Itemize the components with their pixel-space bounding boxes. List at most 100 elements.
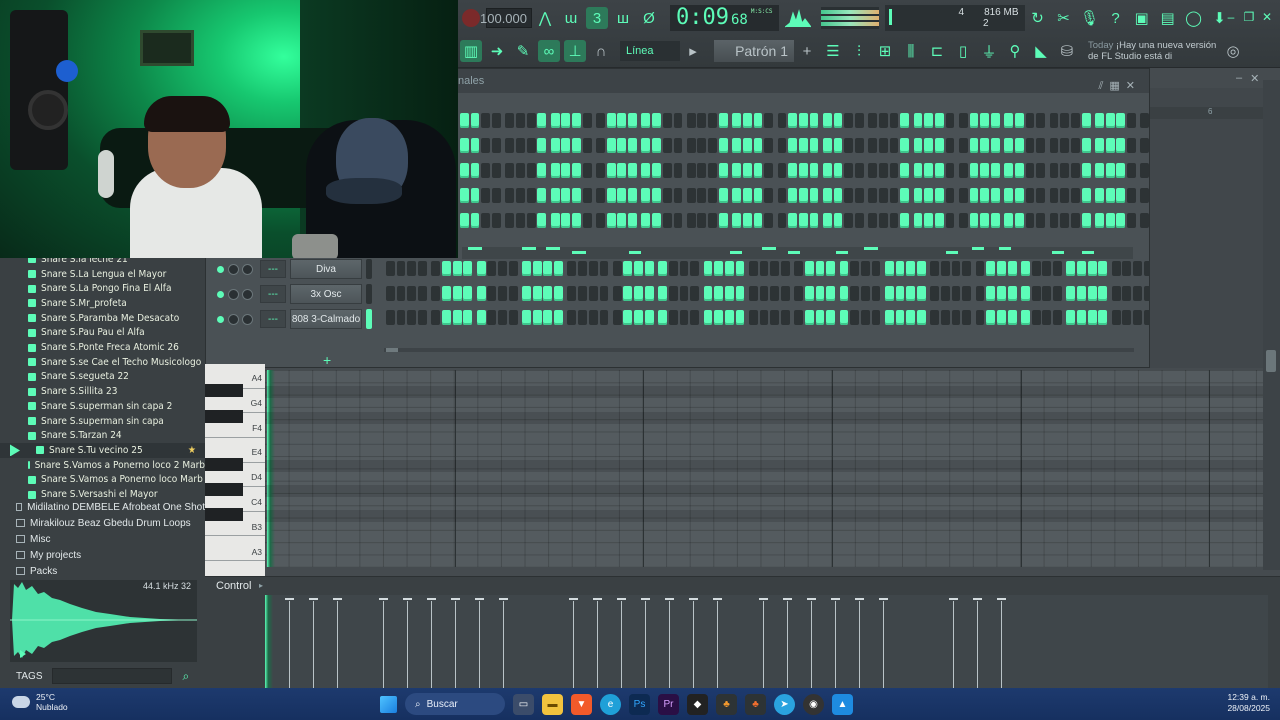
step-button[interactable] bbox=[686, 163, 696, 178]
step-button[interactable] bbox=[753, 138, 763, 153]
step-button[interactable] bbox=[567, 261, 577, 276]
step-button[interactable] bbox=[516, 163, 525, 178]
step-button[interactable] bbox=[1095, 113, 1104, 128]
step-button[interactable] bbox=[561, 213, 571, 228]
step-button[interactable] bbox=[718, 213, 728, 228]
step-button[interactable] bbox=[770, 310, 780, 325]
step-button[interactable] bbox=[578, 286, 587, 301]
step-button[interactable] bbox=[1087, 286, 1097, 301]
step-button[interactable] bbox=[1077, 261, 1086, 276]
browser-file-item[interactable]: Snare S.La Lengua el Mayor bbox=[0, 267, 205, 282]
piano-black-key[interactable] bbox=[205, 410, 243, 423]
photoshop-icon[interactable]: Ps bbox=[629, 693, 650, 715]
step-button[interactable] bbox=[1127, 188, 1136, 203]
step-button[interactable] bbox=[532, 286, 542, 301]
step-button[interactable] bbox=[917, 310, 926, 325]
step-button[interactable] bbox=[764, 113, 774, 128]
step-button[interactable] bbox=[1081, 138, 1091, 153]
piano-black-key[interactable] bbox=[205, 384, 243, 397]
step-button[interactable] bbox=[804, 310, 814, 325]
step-button[interactable] bbox=[487, 310, 497, 325]
step-button[interactable] bbox=[1140, 213, 1150, 228]
step-button[interactable] bbox=[900, 163, 910, 178]
save-icon[interactable]: ▣ bbox=[1131, 7, 1153, 29]
step-button[interactable] bbox=[1116, 213, 1126, 228]
step-button[interactable] bbox=[777, 138, 787, 153]
step-button[interactable] bbox=[396, 261, 406, 276]
step-button[interactable] bbox=[759, 310, 769, 325]
step-button[interactable] bbox=[679, 310, 689, 325]
step-button[interactable] bbox=[492, 138, 501, 153]
step-button[interactable] bbox=[809, 163, 819, 178]
step-button[interactable] bbox=[662, 113, 672, 128]
browser-folder[interactable]: Packs bbox=[0, 563, 205, 579]
step-button[interactable] bbox=[582, 188, 592, 203]
step-button[interactable] bbox=[561, 138, 571, 153]
step-button[interactable] bbox=[606, 213, 616, 228]
step-button[interactable] bbox=[1081, 163, 1091, 178]
tags-input[interactable] bbox=[52, 668, 173, 684]
browser-file-item[interactable]: Snare S.Vamos a Ponerno loco 2 Marb bbox=[0, 458, 205, 473]
step-button[interactable] bbox=[1140, 113, 1150, 128]
file-explorer-icon[interactable]: ▬ bbox=[542, 693, 563, 715]
minimize-icon[interactable]: – bbox=[1236, 72, 1242, 85]
step-button[interactable] bbox=[628, 163, 637, 178]
step-button[interactable] bbox=[794, 261, 804, 276]
step-button[interactable] bbox=[567, 286, 577, 301]
step-button[interactable] bbox=[804, 286, 814, 301]
step-button[interactable] bbox=[686, 213, 696, 228]
step-button[interactable] bbox=[634, 261, 643, 276]
step-button[interactable] bbox=[582, 163, 592, 178]
step-button[interactable] bbox=[798, 188, 808, 203]
velocity-stem[interactable] bbox=[333, 598, 342, 689]
step-button[interactable] bbox=[673, 188, 683, 203]
step-button[interactable] bbox=[1081, 213, 1091, 228]
step-button[interactable] bbox=[788, 213, 797, 228]
step-button[interactable] bbox=[572, 188, 581, 203]
arrow-icon[interactable]: ➜ bbox=[486, 40, 508, 62]
step-button[interactable] bbox=[844, 138, 854, 153]
link-icon[interactable]: ∞ bbox=[538, 40, 560, 62]
brave-icon[interactable]: ▼ bbox=[571, 693, 592, 715]
step-button[interactable] bbox=[1053, 310, 1062, 325]
step-button[interactable] bbox=[708, 113, 717, 128]
step-button[interactable] bbox=[788, 188, 797, 203]
step-button[interactable] bbox=[543, 286, 553, 301]
step-button[interactable] bbox=[889, 213, 899, 228]
step-button[interactable] bbox=[668, 261, 678, 276]
step-button[interactable] bbox=[735, 261, 745, 276]
step-button[interactable] bbox=[777, 163, 787, 178]
channel-select[interactable] bbox=[366, 284, 372, 304]
step-button[interactable] bbox=[833, 188, 843, 203]
channel-mixer-track[interactable]: --- bbox=[260, 285, 286, 303]
step-button[interactable] bbox=[986, 286, 996, 301]
step-button[interactable] bbox=[991, 113, 1000, 128]
step-button[interactable] bbox=[951, 286, 961, 301]
step-button[interactable] bbox=[895, 310, 905, 325]
step-button[interactable] bbox=[986, 261, 996, 276]
help-icon[interactable]: ? bbox=[1105, 7, 1127, 29]
step-button[interactable] bbox=[641, 138, 651, 153]
step-button[interactable] bbox=[718, 188, 728, 203]
browser-file-item[interactable]: Snare S.Tu vecino 25 ★ bbox=[0, 443, 205, 458]
step-button[interactable] bbox=[407, 310, 417, 325]
step-button[interactable] bbox=[1015, 163, 1024, 178]
step-button[interactable] bbox=[934, 163, 944, 178]
step-button[interactable] bbox=[1098, 286, 1108, 301]
step-button[interactable] bbox=[991, 213, 1000, 228]
step-button[interactable] bbox=[980, 138, 990, 153]
step-button[interactable] bbox=[822, 163, 832, 178]
step-button[interactable] bbox=[1081, 113, 1091, 128]
step-button[interactable] bbox=[526, 113, 536, 128]
step-button[interactable] bbox=[900, 213, 910, 228]
step-button[interactable] bbox=[673, 213, 683, 228]
step-button[interactable] bbox=[582, 138, 592, 153]
step-button[interactable] bbox=[777, 188, 787, 203]
step-button[interactable] bbox=[606, 138, 616, 153]
step-button[interactable] bbox=[1095, 188, 1104, 203]
step-button[interactable] bbox=[1049, 113, 1059, 128]
step-button[interactable] bbox=[567, 310, 577, 325]
step-button[interactable] bbox=[1004, 113, 1014, 128]
step-button[interactable] bbox=[572, 113, 581, 128]
browser-file-item[interactable]: Snare S.superman sin capa 2 bbox=[0, 399, 205, 414]
